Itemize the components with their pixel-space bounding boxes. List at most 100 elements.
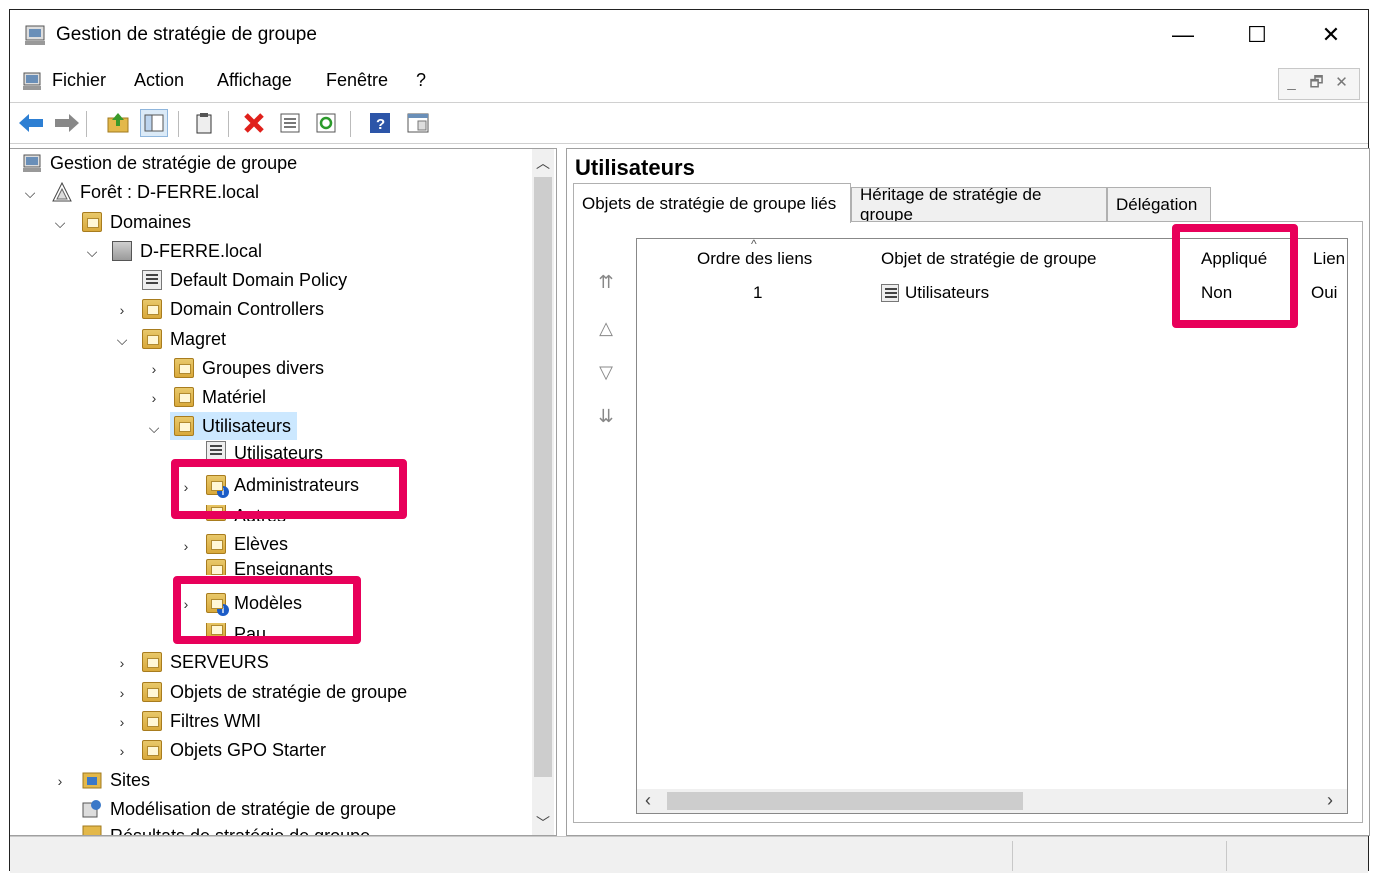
minimize-button[interactable]: — xyxy=(1166,20,1200,50)
tree-item-starter-gpos[interactable]: Objets GPO Starter xyxy=(142,736,326,764)
tree-scrollbar-thumb[interactable] xyxy=(534,177,552,777)
help-icon[interactable]: ? xyxy=(366,109,394,137)
mdi-close-button[interactable]: ✕ xyxy=(1329,69,1354,97)
tree-root[interactable]: Gestion de stratégie de groupe xyxy=(22,149,297,177)
cell-link-enabled: Oui xyxy=(1311,283,1338,302)
tree-item-domain[interactable]: D-FERRE.local xyxy=(112,237,262,265)
up-folder-icon[interactable] xyxy=(104,109,132,137)
properties-icon[interactable] xyxy=(276,109,304,137)
column-header-order[interactable]: Ordre des liens xyxy=(697,249,812,269)
list-h-scrollbar[interactable]: ‹ › xyxy=(637,789,1347,813)
svg-text:?: ? xyxy=(376,116,385,133)
toolbar-separator xyxy=(178,111,179,137)
menu-app-icon[interactable] xyxy=(22,71,42,91)
chevron-right-icon[interactable]: › xyxy=(114,655,130,671)
back-icon[interactable] xyxy=(18,109,46,137)
column-header-gpo[interactable]: Objet de stratégie de groupe xyxy=(881,249,1096,269)
show-hide-tree-icon[interactable] xyxy=(140,109,168,137)
tree-item-eleves[interactable]: Elèves xyxy=(206,530,288,558)
tab-inheritance[interactable]: Héritage de stratégie de groupe xyxy=(851,185,1107,224)
tree-item-materiel[interactable]: Matériel xyxy=(174,383,266,411)
toolbar-separator xyxy=(350,111,351,137)
tree-item-utilisateurs[interactable]: Utilisateurs xyxy=(170,412,298,440)
tree-item-forest[interactable]: Forêt : D-FERRE.local xyxy=(52,178,259,206)
chevron-right-icon[interactable]: › xyxy=(146,390,162,406)
ou-folder-icon xyxy=(206,559,226,575)
chevron-right-icon[interactable]: › xyxy=(114,302,130,318)
gpmc-icon xyxy=(22,153,42,173)
tab-linked-gpos[interactable]: Objets de stratégie de groupe liés xyxy=(573,183,851,223)
tree-item-utilisateurs-gpo[interactable]: Utilisateurs xyxy=(206,441,323,459)
tab-content: ⇈ △ ▽ ⇊ ^ Ordre des liens Objet de strat… xyxy=(573,221,1363,823)
domains-folder-icon xyxy=(82,212,102,232)
mdi-minimize-button[interactable]: _ xyxy=(1279,69,1304,97)
maximize-button[interactable]: ☐ xyxy=(1240,20,1274,50)
mdi-restore-button[interactable]: 🗗 xyxy=(1304,69,1329,97)
sites-icon xyxy=(82,770,102,790)
menu-help[interactable]: ? xyxy=(416,70,426,91)
ou-folder-icon xyxy=(174,358,194,378)
tree-item-groupes-divers[interactable]: Groupes divers xyxy=(174,354,324,382)
gpo-link-icon xyxy=(881,284,899,302)
chevron-right-icon[interactable]: › xyxy=(146,361,162,377)
gpmc-window: Gestion de stratégie de groupe — ☐ ✕ Fic… xyxy=(9,9,1370,873)
chevron-down-icon[interactable]: ⌵ xyxy=(146,420,162,436)
toolbar-separator xyxy=(86,111,87,137)
column-header-link[interactable]: Lien xyxy=(1313,249,1345,269)
scroll-right-icon[interactable]: › xyxy=(1327,790,1333,811)
details-pane: Utilisateurs Objets de stratégie de grou… xyxy=(566,148,1370,836)
chevron-right-icon[interactable]: › xyxy=(52,773,68,789)
modeling-icon xyxy=(82,799,102,819)
tree-item-enseignants[interactable]: Enseignants xyxy=(206,559,333,575)
tree-item-domain-controllers[interactable]: Domain Controllers xyxy=(142,295,324,323)
refresh-icon[interactable] xyxy=(312,109,340,137)
selected-node: Utilisateurs xyxy=(170,412,298,440)
chevron-right-icon[interactable]: › xyxy=(114,714,130,730)
tree-item-domains[interactable]: Domaines xyxy=(82,208,191,236)
chevron-down-icon[interactable]: ⌵ xyxy=(22,185,38,201)
highlight-box-applique xyxy=(1172,224,1298,328)
highlight-box-modeles xyxy=(173,576,361,644)
chevron-down-icon[interactable]: ⌵ xyxy=(114,332,130,348)
chevron-right-icon[interactable]: › xyxy=(178,538,194,554)
ou-folder-icon xyxy=(174,387,194,407)
close-button[interactable]: ✕ xyxy=(1314,20,1348,50)
scroll-left-icon[interactable]: ‹ xyxy=(645,790,651,811)
forward-icon[interactable] xyxy=(52,109,80,137)
tab-delegation[interactable]: Délégation xyxy=(1107,187,1211,221)
console-view-icon[interactable] xyxy=(404,109,432,137)
tree-item-default-domain-policy[interactable]: Default Domain Policy xyxy=(142,266,347,294)
move-top-icon[interactable]: ⇈ xyxy=(594,272,618,296)
details-title: Utilisateurs xyxy=(575,155,695,180)
ou-folder-icon xyxy=(142,329,162,349)
delete-icon[interactable] xyxy=(240,109,268,137)
tree-item-gpo-objects[interactable]: Objets de stratégie de groupe xyxy=(142,678,407,706)
starter-gpo-icon xyxy=(142,740,162,760)
tree-item-sites[interactable]: Sites xyxy=(82,766,150,794)
move-down-icon[interactable]: ▽ xyxy=(594,362,618,386)
menu-fichier[interactable]: Fichier xyxy=(52,70,106,91)
tree-item-magret[interactable]: Magret xyxy=(142,325,226,353)
chevron-right-icon[interactable]: › xyxy=(114,685,130,701)
menu-affichage[interactable]: Affichage xyxy=(217,70,292,91)
forest-icon xyxy=(52,181,72,202)
chevron-right-icon[interactable]: › xyxy=(114,743,130,759)
chevron-down-icon[interactable]: ⌵ xyxy=(84,244,100,260)
scroll-up-icon[interactable]: ︿ xyxy=(536,153,550,173)
mdi-controls: _ 🗗 ✕ xyxy=(1278,68,1360,100)
tree-item-modeling[interactable]: Modélisation de stratégie de groupe xyxy=(82,795,396,823)
menu-fenetre[interactable]: Fenêtre xyxy=(326,70,388,91)
toolbar-separator xyxy=(228,111,229,137)
tree-item-wmi-filters[interactable]: Filtres WMI xyxy=(142,707,261,735)
clipboard-icon[interactable] xyxy=(190,109,218,137)
gpo-container-icon xyxy=(142,682,162,702)
chevron-down-icon[interactable]: ⌵ xyxy=(52,215,68,231)
tree-item-serveurs[interactable]: SERVEURS xyxy=(142,648,269,676)
console-tree: Gestion de stratégie de groupe ⌵ Forêt :… xyxy=(10,148,557,836)
list-h-scrollbar-thumb[interactable] xyxy=(667,792,1023,810)
tree-item-results[interactable]: Résultats de stratégie de groupe xyxy=(82,825,370,835)
move-up-icon[interactable]: △ xyxy=(594,318,618,342)
scroll-down-icon[interactable]: ﹀ xyxy=(536,813,550,833)
move-bottom-icon[interactable]: ⇊ xyxy=(594,406,618,430)
menu-action[interactable]: Action xyxy=(134,70,184,91)
